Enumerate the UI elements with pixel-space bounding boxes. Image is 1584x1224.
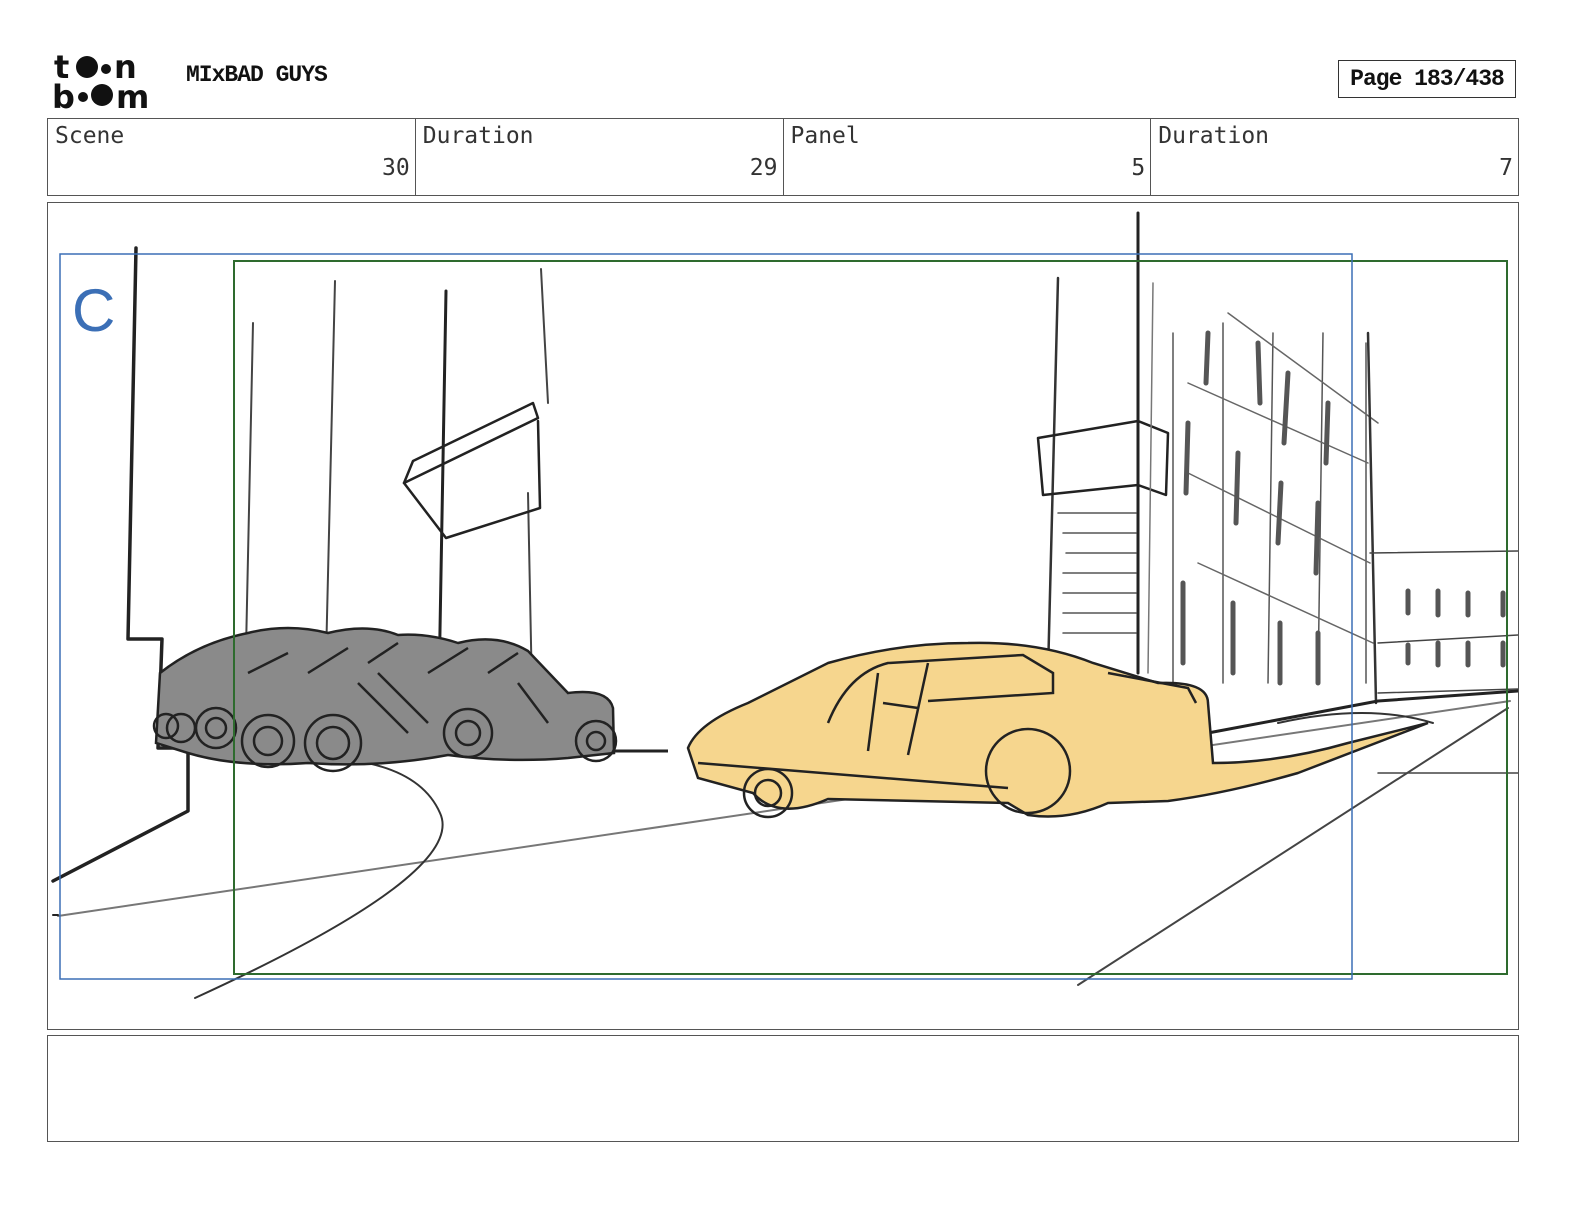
scene-cell: Scene 30 [48, 119, 416, 195]
panel-duration-value: 7 [1499, 155, 1513, 181]
panel-sketch: C [51, 211, 1518, 999]
scene-duration-cell: Duration 29 [416, 119, 784, 195]
panel-duration-cell: Duration 7 [1151, 119, 1518, 195]
scene-duration-value: 29 [749, 155, 778, 181]
toon-boom-logo: t n b m [52, 48, 164, 116]
svg-text:b: b [52, 78, 75, 112]
panel-cell: Panel 5 [784, 119, 1152, 195]
storyboard-panel[interactable]: C [47, 202, 1519, 1030]
panel-number: 5 [1131, 155, 1146, 181]
svg-text:m: m [116, 78, 149, 112]
page-number: Page 183/438 [1338, 60, 1516, 98]
panel-label: Panel [790, 123, 860, 149]
dialogue-box[interactable] [47, 1035, 1519, 1142]
police-vehicles [152, 626, 668, 773]
scene-number: 30 [382, 155, 410, 181]
panel-duration-label: Duration [1158, 123, 1270, 149]
camera-label: C [72, 277, 115, 344]
camera-frame [59, 253, 1353, 980]
show-title: MIxBAD GUYS [186, 62, 328, 88]
scene-label: Scene [55, 123, 125, 149]
scene-duration-label: Duration [422, 123, 534, 149]
panel-info-row: Scene 30 Duration 29 Panel 5 Duration 7 [47, 118, 1519, 196]
